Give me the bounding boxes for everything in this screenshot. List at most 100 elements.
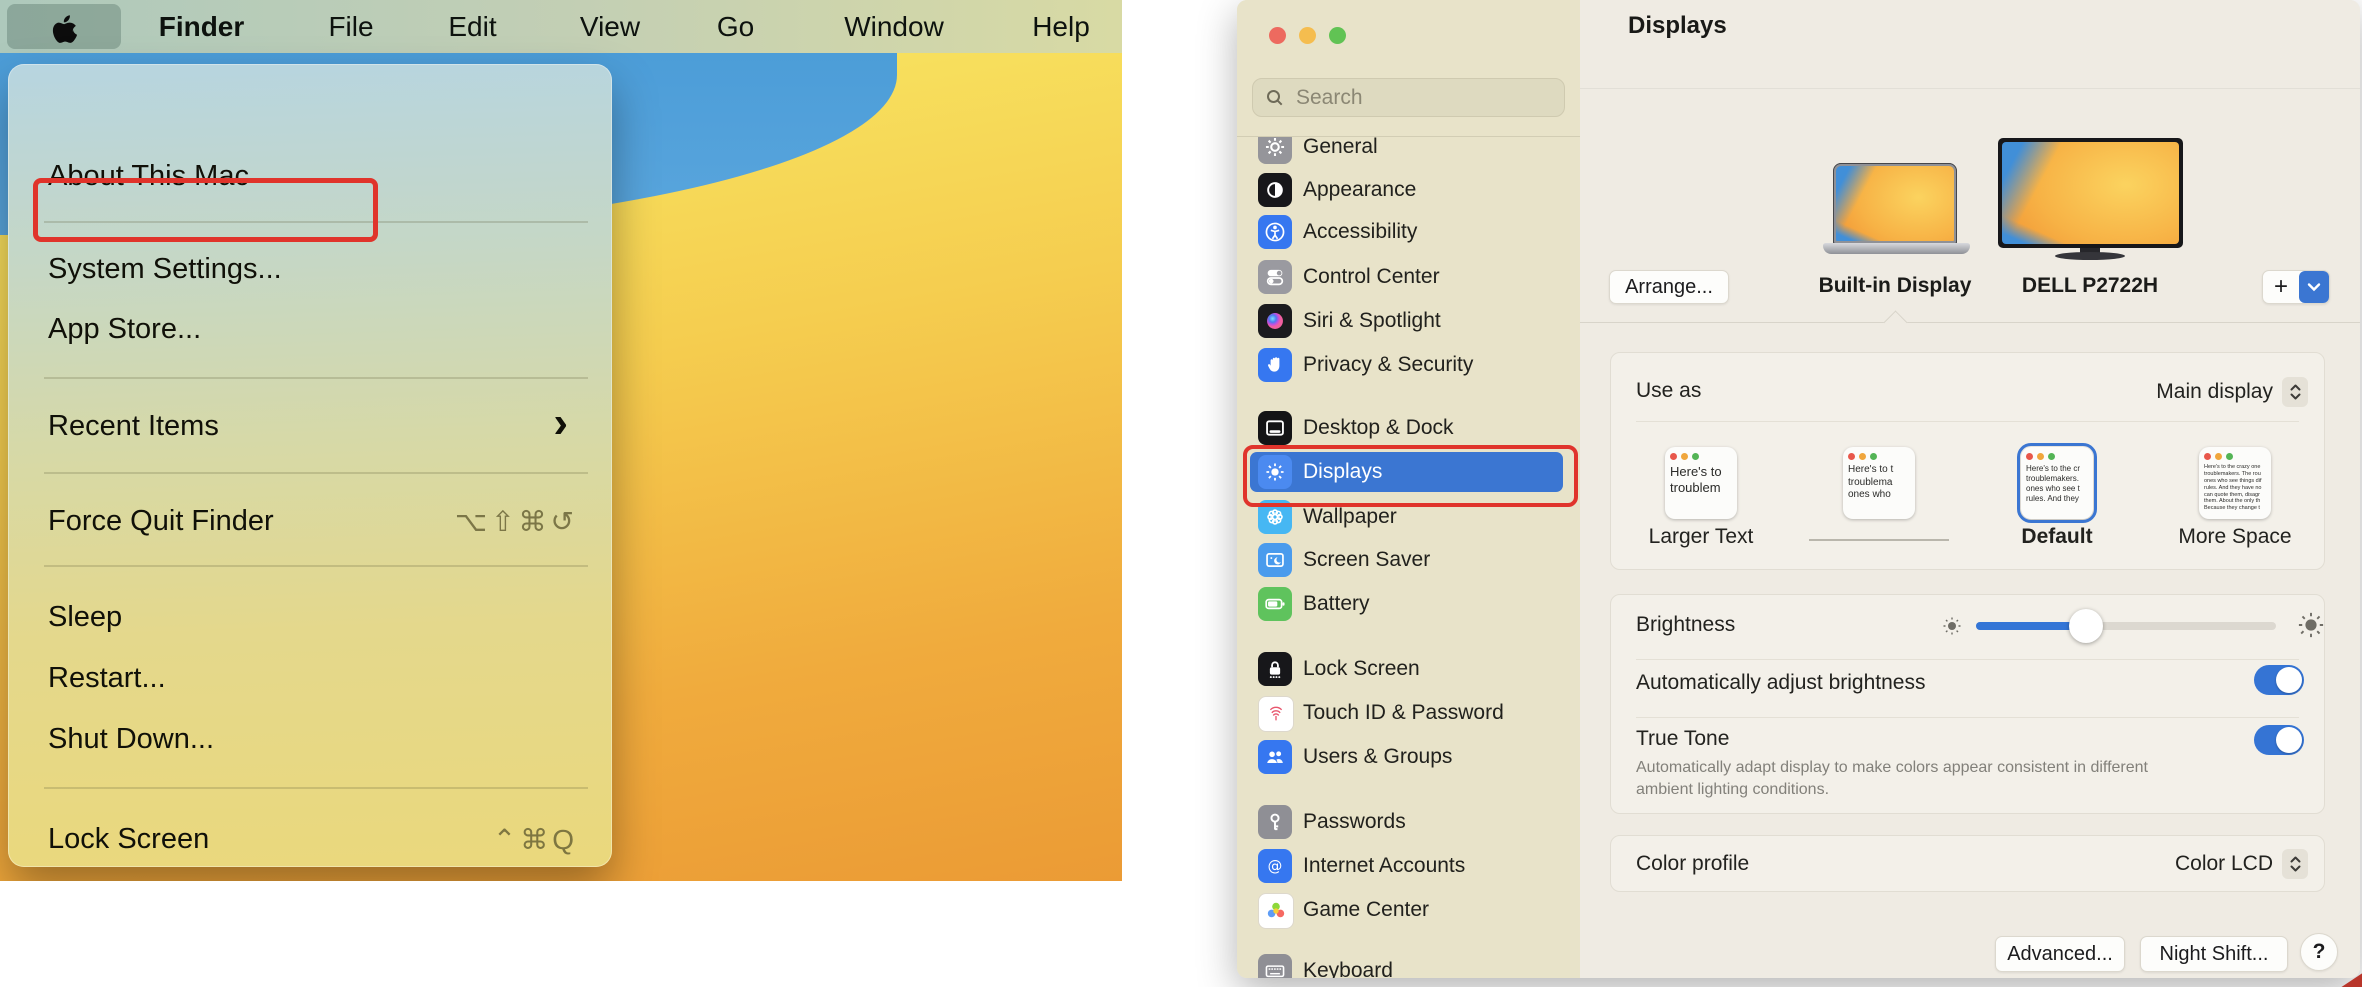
search-input[interactable] [1294, 85, 1538, 111]
menu-item-force-quit[interactable]: Force Quit Finder ⌥⇧⌘↺ [8, 499, 612, 543]
add-display-dropdown[interactable] [2299, 271, 2329, 303]
svg-text:@: @ [1268, 858, 1283, 875]
sidebar-label: Users & Groups [1303, 745, 1452, 769]
menu-item-lock-screen[interactable]: Lock Screen ⌃⌘Q [8, 817, 612, 861]
sidebar-label: Passwords [1303, 810, 1406, 834]
sidebar-label: Desktop & Dock [1303, 416, 1454, 440]
preset-medium[interactable]: Here's to t troublema ones who [1843, 447, 1915, 519]
hand-icon [1258, 348, 1292, 382]
help-button[interactable]: ? [2300, 933, 2338, 971]
sidebar-item-appearance[interactable]: Appearance [1237, 170, 1580, 210]
laptop-base [1823, 243, 1970, 254]
menu-item-system-settings[interactable]: System Settings... [8, 247, 612, 291]
menubar-item-help[interactable]: Help [1022, 0, 1100, 53]
system-settings-window: General Appearance Accessibility Control… [1237, 0, 2360, 978]
card-divider [1636, 659, 2299, 660]
menu-item-shut-down[interactable]: Shut Down... [8, 717, 612, 761]
chevron-down-icon [2307, 282, 2321, 292]
preset-default[interactable]: Here's to the cr troublemakers. ones who… [2021, 447, 2093, 519]
built-in-display-image[interactable] [1833, 163, 1957, 244]
use-as-value: Main display [2156, 380, 2273, 404]
menubar-item-view[interactable]: View [569, 0, 651, 53]
submenu-chevron-icon: › [553, 398, 568, 448]
menu-item-log-out[interactable]: Log Out anker... ⇧⌘Q [8, 873, 612, 881]
displays-pane: Displays Built-in Display DELL P2722H Ar… [1580, 0, 2360, 978]
minimize-window-button[interactable] [1299, 27, 1316, 44]
menu-item-app-store[interactable]: App Store... [8, 307, 612, 351]
color-profile-card: Color profile Color LCD [1610, 835, 2325, 892]
menubar-item-edit[interactable]: Edit [439, 0, 506, 53]
sidebar-label: Game Center [1303, 898, 1429, 922]
auto-brightness-toggle[interactable] [2254, 665, 2304, 695]
plus-icon[interactable]: + [2263, 271, 2299, 303]
toolbar-divider [1580, 88, 2360, 89]
lock-icon [1258, 652, 1292, 686]
advanced-button[interactable]: Advanced... [1995, 936, 2125, 972]
brightness-card: Brightness Automatically adjust brightne… [1610, 594, 2325, 814]
zoom-window-button[interactable] [1329, 27, 1346, 44]
close-window-button[interactable] [1269, 27, 1286, 44]
sidebar-item-accessibility[interactable]: Accessibility [1237, 212, 1580, 252]
sidebar-item-lock-screen[interactable]: Lock Screen [1237, 649, 1580, 689]
preset-label-larger-text: Larger Text [1621, 525, 1781, 549]
header-divider [1580, 322, 2360, 323]
add-display-button[interactable]: + [2262, 270, 2330, 304]
preset-dash-line [1809, 539, 1949, 541]
sidebar-label: Screen Saver [1303, 548, 1430, 572]
menu-separator [44, 787, 588, 789]
sidebar-item-control-center[interactable]: Control Center [1237, 257, 1580, 297]
menubar-item-file[interactable]: File [322, 0, 380, 53]
arrange-button[interactable]: Arrange... [1609, 270, 1729, 304]
game-center-icon [1258, 893, 1294, 929]
brightness-slider-knob[interactable] [2069, 609, 2103, 643]
true-tone-toggle[interactable] [2254, 725, 2304, 755]
menu-item-sleep[interactable]: Sleep [8, 595, 612, 639]
sidebar-item-users-groups[interactable]: Users & Groups [1237, 737, 1580, 777]
annotation-arrow-tip [2340, 972, 2362, 987]
external-display-label: DELL P2722H [1990, 274, 2190, 298]
sidebar-item-siri[interactable]: Siri & Spotlight [1237, 301, 1580, 341]
sidebar-label: General [1303, 135, 1378, 159]
brightness-slider-track[interactable] [1976, 622, 2276, 630]
menu-item-label: Lock Screen [48, 823, 209, 856]
menubar-item-go[interactable]: Go [711, 0, 760, 53]
sidebar-label: Wallpaper [1303, 505, 1397, 529]
sidebar-item-screen-saver[interactable]: Screen Saver [1237, 540, 1580, 580]
sidebar-item-keyboard[interactable]: Keyboard [1237, 951, 1580, 978]
menu-separator [44, 377, 588, 379]
sidebar-item-battery[interactable]: Battery [1237, 584, 1580, 624]
use-as-select[interactable]: Main display [2156, 377, 2308, 407]
sidebar-search[interactable] [1252, 78, 1565, 117]
page-title: Displays [1628, 12, 1727, 40]
sidebar-item-internet-accounts[interactable]: @ Internet Accounts [1237, 846, 1580, 886]
menu-item-recent-items[interactable]: Recent Items › [8, 404, 612, 448]
sidebar-item-passwords[interactable]: Passwords [1237, 802, 1580, 842]
sidebar-item-game-center[interactable]: Game Center [1237, 890, 1580, 930]
preset-label-more-space: More Space [2155, 525, 2315, 549]
annotation-box-displays [1243, 445, 1578, 507]
menubar-item-window[interactable]: Window [824, 0, 964, 53]
preset-more-space[interactable]: Here's to the crazy one troublemakers. T… [2199, 447, 2271, 519]
sidebar-item-touch-id[interactable]: Touch ID & Password [1237, 693, 1580, 733]
color-profile-select[interactable]: Color LCD [2175, 849, 2308, 879]
true-tone-description: Automatically adapt display to make colo… [1636, 757, 2156, 802]
preset-larger-text[interactable]: Here's to troublem [1665, 447, 1737, 519]
menu-item-label: Force Quit Finder [48, 505, 274, 538]
menubar-item-finder[interactable]: Finder [143, 0, 260, 53]
shortcut-lock-screen: ⌃⌘Q [493, 823, 578, 856]
sidebar-label: Internet Accounts [1303, 854, 1465, 878]
sidebar-header [1237, 0, 1580, 136]
menu-item-restart[interactable]: Restart... [8, 656, 612, 700]
fingerprint-icon [1258, 696, 1294, 732]
sidebar-item-desktop-dock[interactable]: Desktop & Dock [1237, 408, 1580, 448]
sidebar-label: Accessibility [1303, 220, 1417, 244]
battery-icon [1258, 587, 1292, 621]
apple-menu-highlight[interactable] [7, 4, 121, 49]
selected-display-caret [1883, 310, 1907, 334]
night-shift-button[interactable]: Night Shift... [2140, 936, 2288, 972]
shortcut-log-out: ⇧⌘Q [493, 879, 578, 882]
card-divider [1636, 421, 2299, 422]
external-display-image[interactable] [1998, 138, 2183, 248]
true-tone-label: True Tone [1636, 727, 1729, 751]
sidebar-item-privacy[interactable]: Privacy & Security [1237, 345, 1580, 385]
